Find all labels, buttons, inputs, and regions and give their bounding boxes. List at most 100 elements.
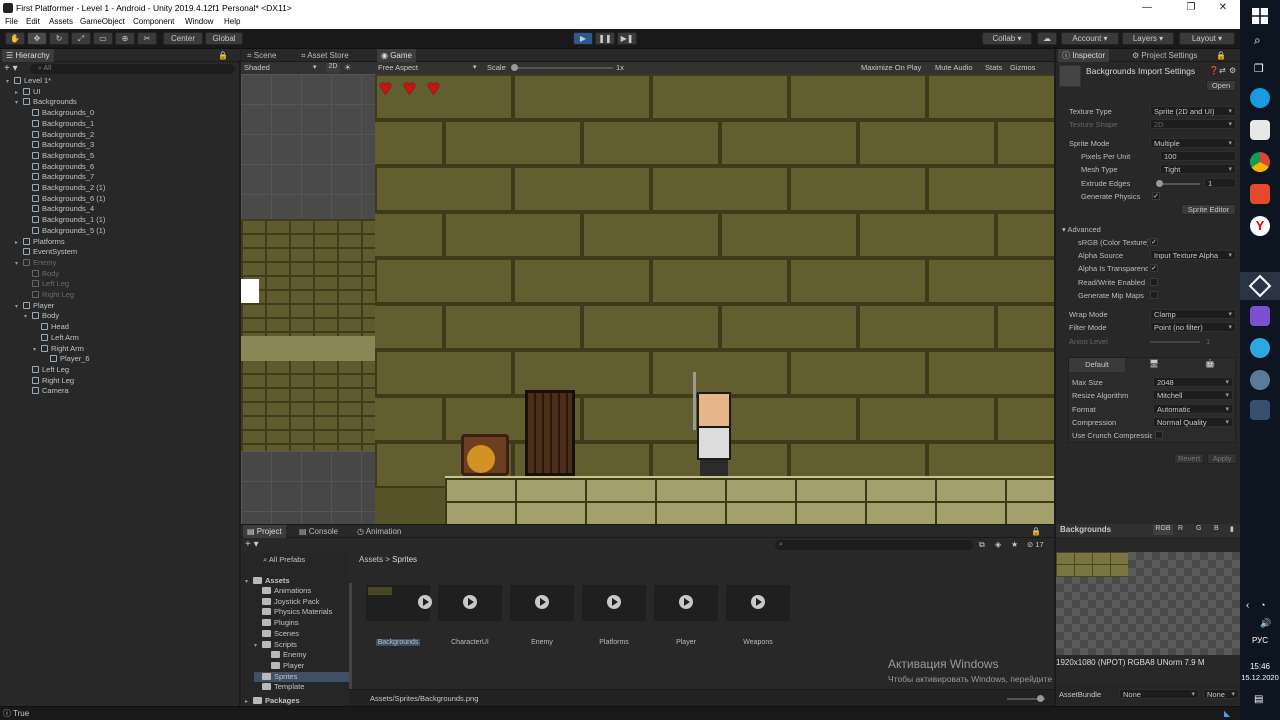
hierarchy-item[interactable]: Backgrounds_6 (24, 162, 94, 172)
layers-dropdown[interactable]: Layers ▾ (1122, 32, 1174, 45)
hierarchy-item[interactable]: ▾ Level 1* (6, 76, 51, 86)
texture-type-dropdown[interactable]: Sprite (2D and UI) (1150, 106, 1236, 117)
mesh-type-dropdown[interactable]: Tight (1160, 164, 1236, 175)
project-folder-item[interactable]: Enemy (263, 650, 306, 660)
project-folder-item[interactable]: Sprites (254, 671, 349, 682)
compression-dropdown[interactable]: Normal Quality (1153, 417, 1233, 428)
add-object-button[interactable]: + ▾ (4, 63, 18, 74)
tab-console[interactable]: ▤ Console (295, 525, 342, 538)
hierarchy-item[interactable]: Left Leg (24, 365, 69, 375)
hierarchy-item[interactable]: Backgrounds_0 (24, 108, 94, 118)
channel-b-button[interactable]: B (1214, 525, 1219, 532)
filter-mode-dropdown[interactable]: Point (no filter) (1150, 322, 1236, 333)
status-progress-icon[interactable]: ◣ (1224, 707, 1230, 720)
extrude-slider[interactable] (1160, 183, 1200, 185)
layout-dropdown[interactable]: Layout ▾ (1179, 32, 1235, 45)
asset-tile[interactable]: Player (654, 563, 718, 646)
expand-subassets-icon[interactable] (679, 595, 693, 609)
close-window-button[interactable]: ✕ (1206, 0, 1240, 16)
hierarchy-item[interactable]: Right Leg (24, 290, 74, 300)
tree-scrollbar[interactable] (349, 583, 352, 701)
tray-chevron-icon[interactable]: ‹ (1246, 600, 1249, 611)
tab-hierarchy[interactable]: ☰ Hierarchy (2, 49, 54, 62)
channel-rgb-button[interactable]: RGB (1153, 525, 1173, 535)
android-icon[interactable]: 🤖 (1205, 359, 1215, 368)
windows-start-icon[interactable] (1252, 8, 1268, 24)
hierarchy-item[interactable]: ▾ Right Arm (33, 344, 84, 354)
hierarchy-item[interactable]: EventSystem (15, 247, 77, 257)
expand-arrow-icon[interactable]: ▾ (24, 312, 32, 322)
asset-tile[interactable]: Backgrounds (366, 563, 432, 646)
hierarchy-item[interactable]: ▸ UI (15, 87, 41, 97)
expand-arrow-icon[interactable]: ▸ (15, 238, 23, 248)
shading-mode-dropdown[interactable]: Shaded (244, 63, 270, 72)
help-icon[interactable]: ❓ (1209, 66, 1219, 75)
menu-help[interactable]: Help (224, 16, 240, 28)
gen-physics-checkbox[interactable]: ✓ (1152, 192, 1160, 200)
read-write-checkbox[interactable] (1150, 278, 1158, 286)
preset-icon[interactable]: ⇄ (1219, 66, 1226, 75)
chrome-icon[interactable] (1250, 152, 1270, 172)
maximize-on-play-button[interactable]: Maximize On Play (861, 63, 921, 72)
mip-slider-icon[interactable]: ▮ (1230, 525, 1234, 533)
wrap-mode-dropdown[interactable]: Clamp (1150, 309, 1236, 320)
hierarchy-item[interactable]: Camera (24, 386, 69, 396)
project-folder-item[interactable]: Physics Materials (254, 607, 332, 617)
project-add-button[interactable]: + ▾ (245, 539, 259, 550)
game-canvas[interactable]: ♥ ♥ ♥ (375, 74, 1054, 524)
hierarchy-item[interactable]: Backgrounds_2 (24, 130, 94, 140)
project-folder-item[interactable]: Player (263, 661, 304, 671)
expand-arrow-icon[interactable]: ▾ (15, 259, 23, 269)
expand-subassets-icon[interactable] (535, 595, 549, 609)
play-button[interactable]: ▶ (573, 32, 593, 45)
project-folder-item[interactable]: ▾ Scripts (254, 640, 297, 650)
tab-project-settings[interactable]: ⚙ Project Settings (1128, 49, 1201, 62)
expand-arrow-icon[interactable]: ▾ (254, 641, 262, 651)
project-folder-item[interactable]: Plugins (254, 618, 299, 628)
hierarchy-item[interactable]: Left Arm (33, 333, 79, 343)
filter-type-icon[interactable]: ⧉ (979, 540, 985, 550)
hierarchy-search-input[interactable]: ⌕ All (30, 64, 235, 74)
all-prefabs-item[interactable]: ⌕ All Prefabs (263, 555, 305, 565)
volume-icon[interactable]: 🔊 (1260, 618, 1271, 629)
rect-tool-icon[interactable]: ▭ (93, 32, 113, 45)
alpha-source-dropdown[interactable]: Input Texture Alpha (1150, 250, 1236, 260)
hierarchy-item[interactable]: ▾ Enemy (15, 258, 56, 268)
tab-project[interactable]: ▤ Project (243, 525, 286, 538)
hierarchy-item[interactable]: Backgrounds_3 (24, 140, 94, 150)
assetbundle-dropdown[interactable]: None (1119, 689, 1199, 700)
toggle-2d-button[interactable]: 2D (326, 63, 340, 73)
lock-icon[interactable]: 🔒 (218, 51, 228, 60)
hierarchy-item[interactable]: Backgrounds_4 (24, 204, 94, 214)
pivot-center-button[interactable]: Center (163, 32, 203, 45)
filter-label-icon[interactable]: ◈ (995, 540, 1001, 549)
hierarchy-item[interactable]: Body (24, 269, 59, 279)
hierarchy-item[interactable]: Backgrounds_2 (1) (24, 183, 105, 193)
menu-gameobject[interactable]: GameObject (80, 16, 125, 28)
tab-scene[interactable]: ⌗ Scene (243, 49, 280, 62)
collab-dropdown[interactable]: Collab ▾ (982, 32, 1032, 45)
expand-arrow-icon[interactable]: ▾ (15, 302, 23, 312)
tab-inspector[interactable]: ⓘ Inspector (1058, 49, 1110, 62)
clock-date[interactable]: 15.12.2020 (1240, 673, 1280, 682)
office-icon[interactable] (1250, 184, 1270, 204)
standalone-icon[interactable]: 🖥 (1149, 359, 1159, 368)
hierarchy-item[interactable]: Head (33, 322, 69, 332)
sprite-mode-dropdown[interactable]: Multiple (1150, 138, 1236, 149)
store-icon[interactable] (1250, 120, 1270, 140)
hierarchy-item[interactable]: Backgrounds_1 (24, 119, 94, 129)
sprite-editor-button[interactable]: Sprite Editor (1181, 204, 1236, 215)
asset-tile[interactable]: Weapons (726, 563, 790, 646)
open-button[interactable]: Open (1206, 80, 1236, 91)
minimize-button[interactable]: — (1130, 0, 1164, 16)
mipmap-checkbox[interactable] (1150, 291, 1158, 299)
step-button[interactable]: ▶❚ (617, 32, 637, 45)
project-lock-icon[interactable]: 🔒 (1031, 527, 1041, 536)
task-view-icon[interactable]: ❐ (1254, 62, 1264, 75)
gizmos-button[interactable]: Gizmos (1010, 63, 1035, 72)
menu-edit[interactable]: Edit (26, 16, 40, 28)
language-indicator[interactable]: РУС (1240, 636, 1280, 645)
packages-item[interactable]: ▸ Packages (245, 696, 300, 706)
advanced-foldout[interactable]: ▾ Advanced (1062, 224, 1101, 235)
menu-file[interactable]: File (5, 16, 18, 28)
